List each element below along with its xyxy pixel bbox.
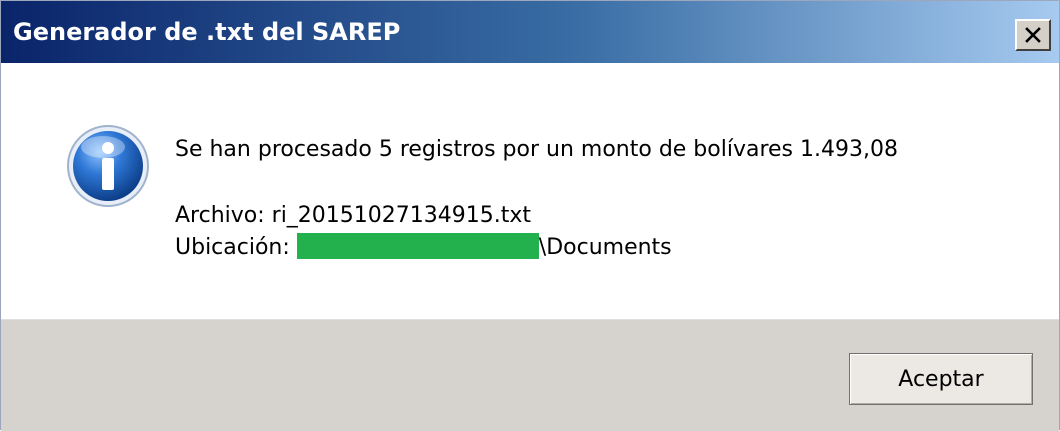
message-dialog: Generador de .txt del SAREP Se han proce…	[0, 0, 1060, 431]
accept-button[interactable]: Aceptar	[849, 353, 1033, 405]
file-text: Archivo: ri_20151027134915.txt	[175, 203, 532, 228]
close-button[interactable]	[1015, 19, 1051, 51]
close-icon	[1024, 27, 1042, 43]
message-text: Se han procesado 5 registros por un mont…	[175, 137, 898, 162]
title-bar[interactable]: Generador de .txt del SAREP	[1, 1, 1059, 63]
redacted-path	[296, 233, 539, 259]
dialog-title: Generador de .txt del SAREP	[13, 18, 401, 46]
button-bar: Aceptar	[1, 319, 1059, 431]
location-suffix: \Documents	[538, 235, 672, 260]
location-line: Ubicación: \Documents	[175, 233, 672, 263]
location-label: Ubicación:	[175, 235, 290, 260]
info-icon	[65, 123, 151, 209]
